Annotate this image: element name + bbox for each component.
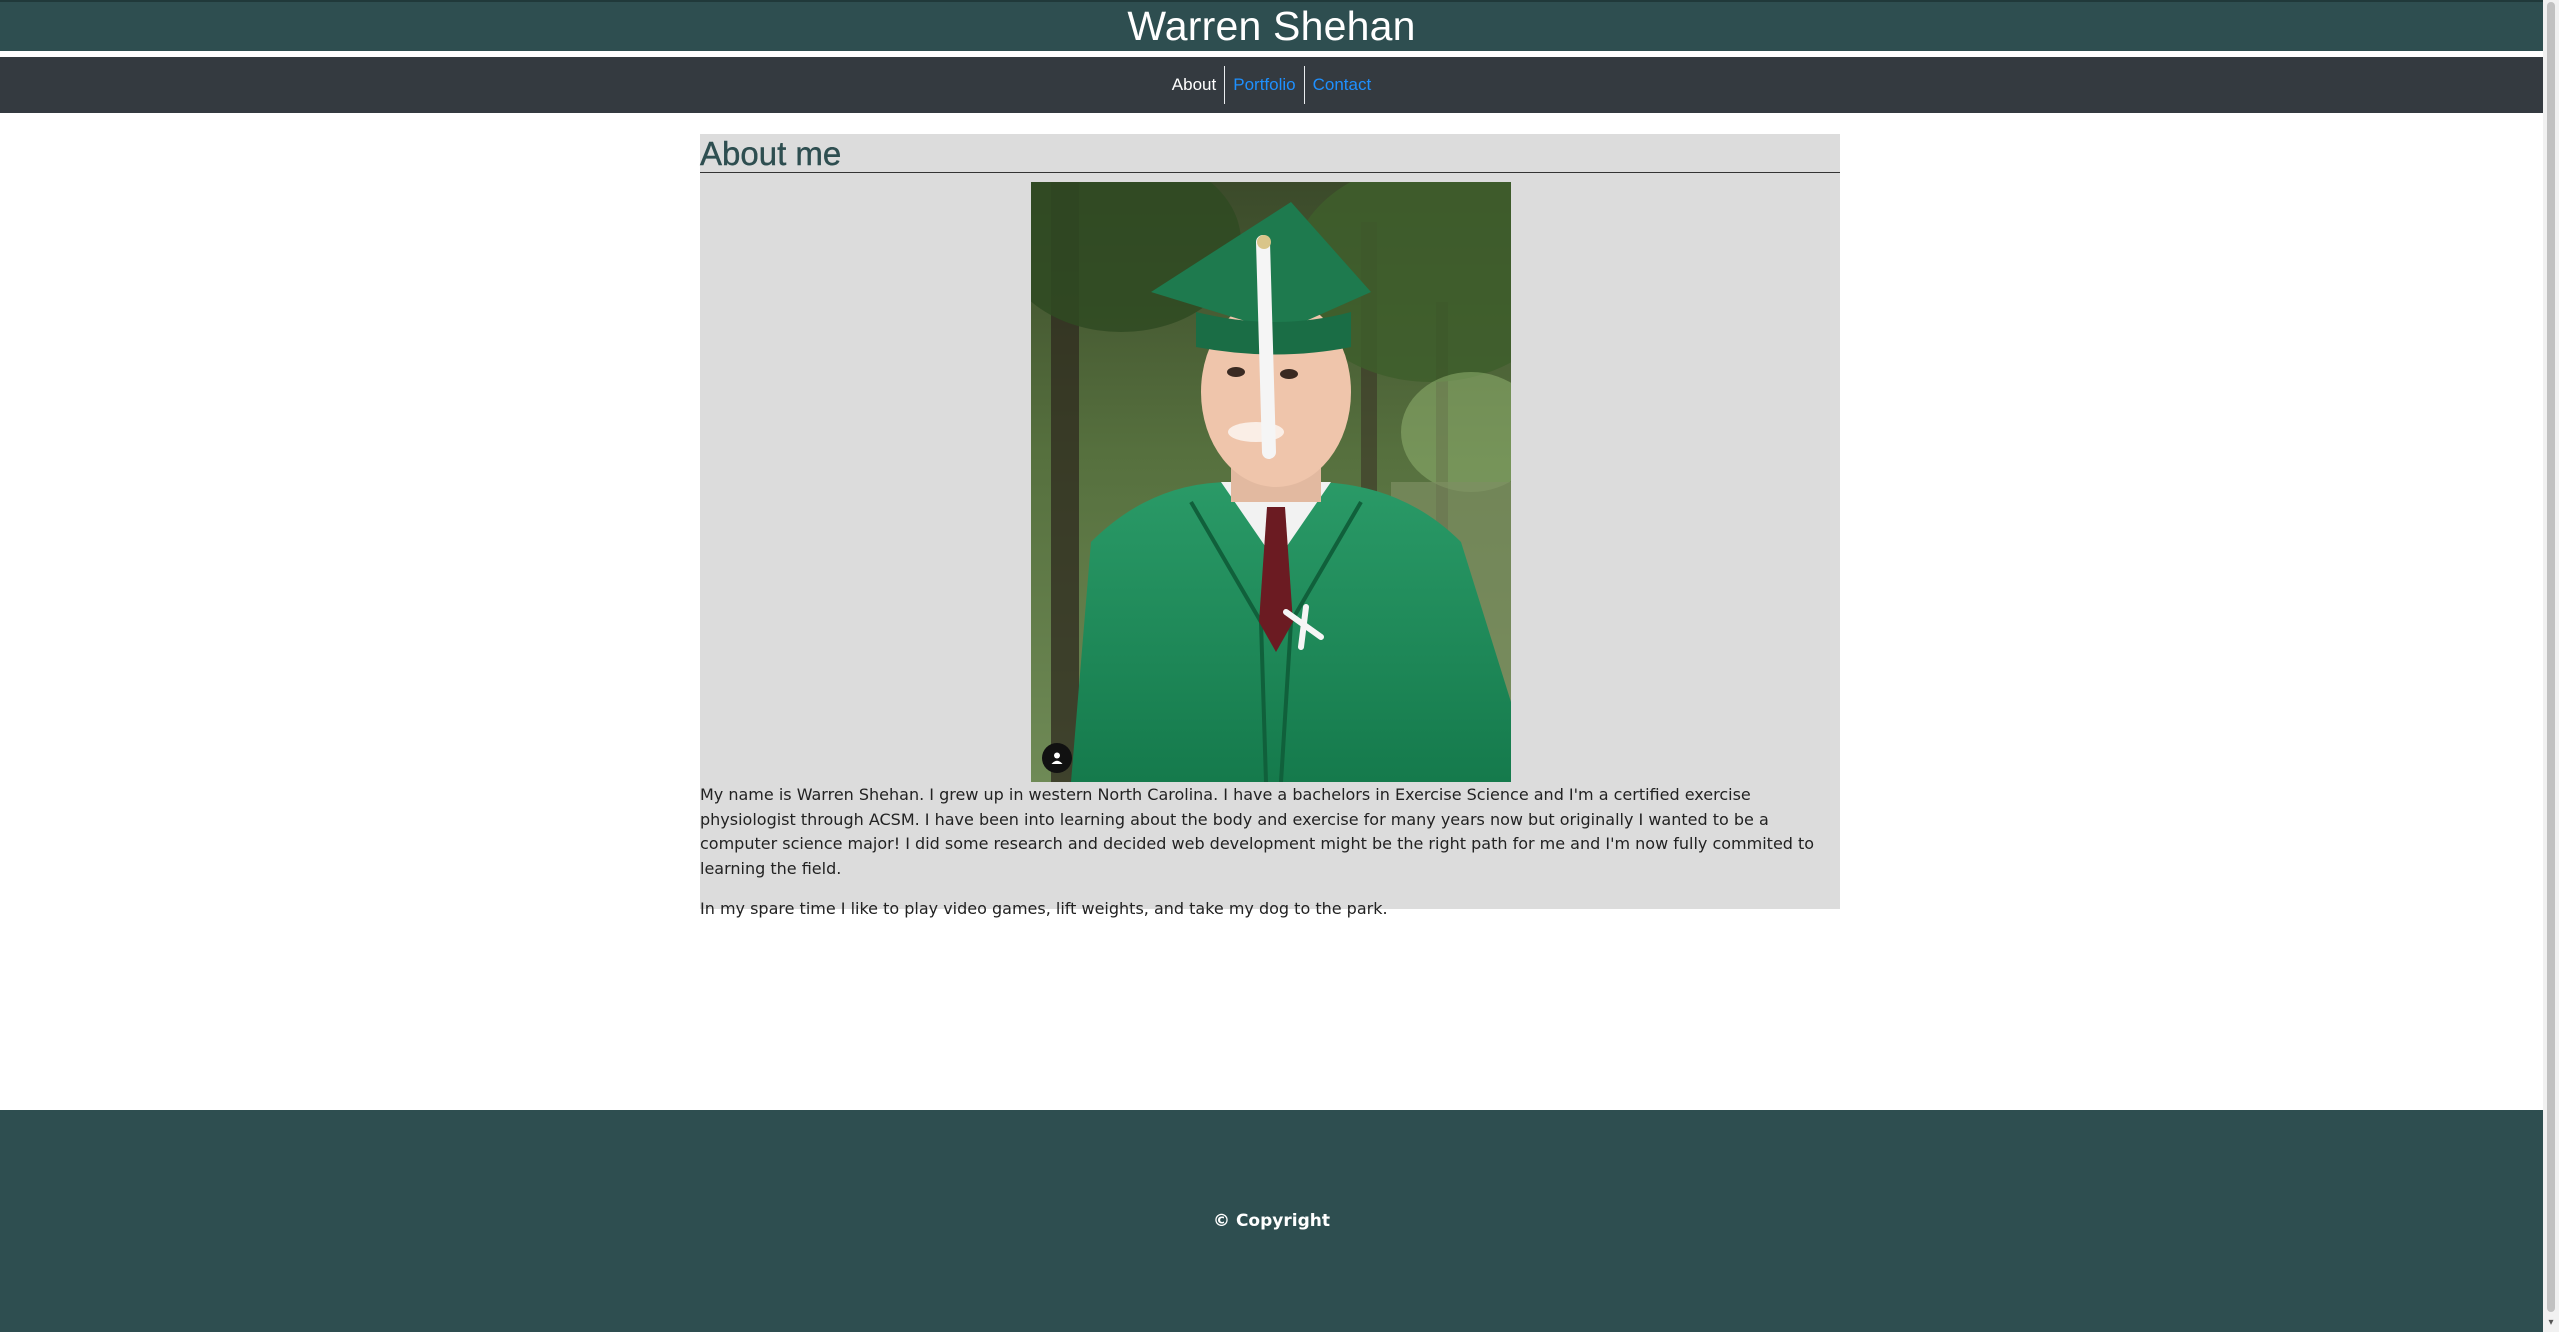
nav-contact-link[interactable]: Contact bbox=[1305, 66, 1380, 104]
about-text: My name is Warren Shehan. I grew up in w… bbox=[700, 783, 1840, 938]
site-title: Warren Shehan bbox=[1127, 3, 1416, 49]
copyright-text: © Copyright bbox=[1213, 1211, 1330, 1231]
nav-about-link[interactable]: About bbox=[1164, 66, 1224, 104]
scroll-thumb[interactable] bbox=[2547, 2, 2555, 1312]
person-glyph bbox=[1051, 752, 1063, 764]
about-heading: About me bbox=[700, 134, 1840, 173]
page: Warren Shehan About Portfolio Contact Ab… bbox=[0, 0, 2543, 1332]
bio-paragraph: My name is Warren Shehan. I grew up in w… bbox=[700, 785, 1815, 878]
site-header: Warren Shehan bbox=[0, 0, 2543, 51]
site-footer: © Copyright bbox=[0, 1110, 2543, 1332]
profile-photo bbox=[1031, 182, 1511, 782]
hobbies-paragraph: In my spare time I like to play video ga… bbox=[700, 899, 1388, 918]
chevron-down-icon[interactable]: ▾ bbox=[2546, 1318, 2556, 1328]
person-icon[interactable] bbox=[1042, 743, 1072, 773]
main-nav: About Portfolio Contact bbox=[0, 57, 2543, 113]
graduation-photo-illustration bbox=[1031, 182, 1511, 782]
nav-portfolio-link[interactable]: Portfolio bbox=[1225, 66, 1303, 104]
about-section: About me My name is Warren Shehan. I gre… bbox=[700, 134, 1840, 918]
vertical-scrollbar[interactable]: ▾ bbox=[2543, 0, 2559, 1332]
